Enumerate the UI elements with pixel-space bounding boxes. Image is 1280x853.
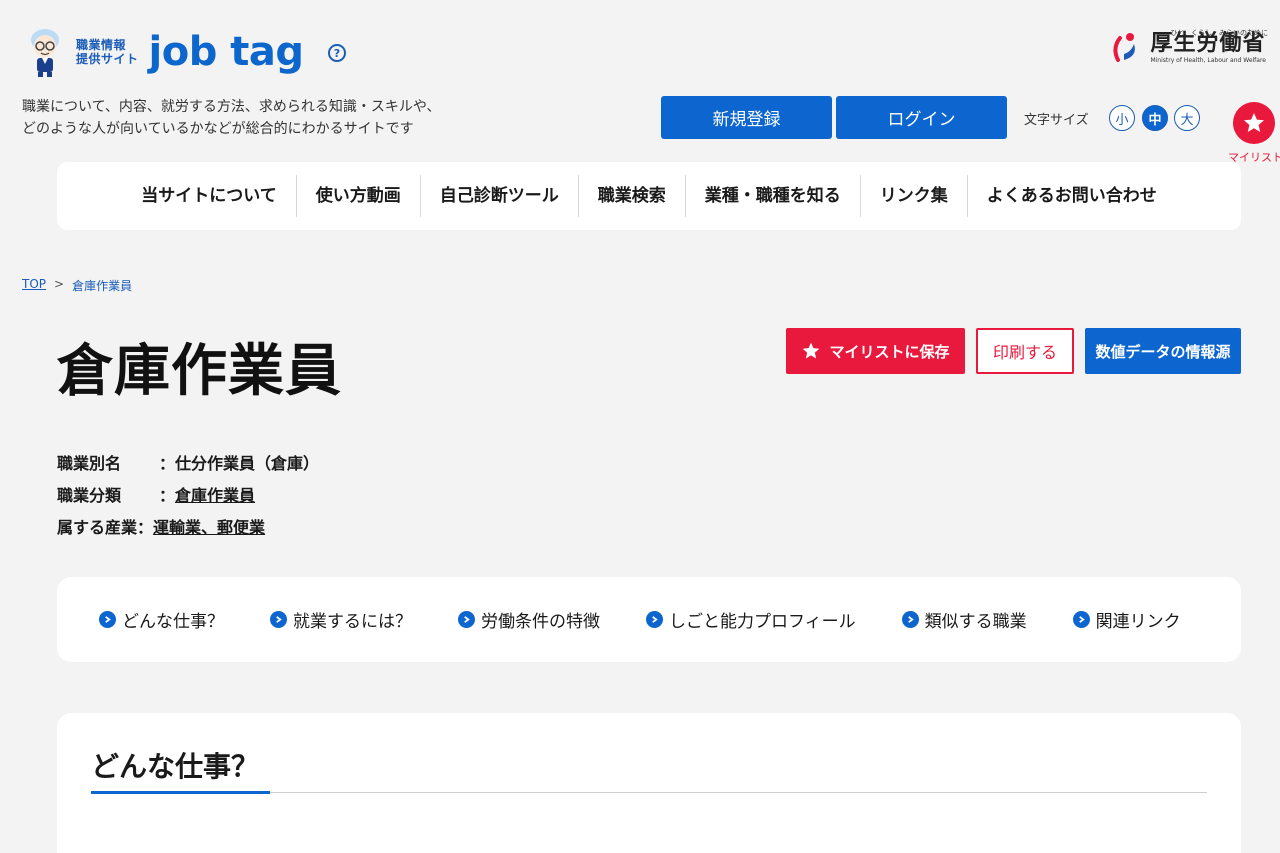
chevron-down-icon (270, 611, 287, 628)
meta-alias-value: ：仕分作業員（倉庫） (159, 454, 320, 473)
breadcrumb-top-link[interactable]: TOP (22, 277, 46, 294)
meta-row-alias: 職業別名 ：仕分作業員（倉庫） (57, 448, 319, 480)
meta-category-label: 職業分類 (57, 486, 122, 505)
help-icon[interactable]: ? (328, 44, 346, 62)
chevron-down-icon (99, 611, 116, 628)
anchor-label: 就業するには？ (293, 612, 412, 632)
font-size-medium-button[interactable]: 中 (1142, 105, 1168, 131)
chevron-down-icon (1072, 611, 1090, 628)
breadcrumb-current: 倉庫作業員 (72, 279, 133, 293)
nav-item-job-search[interactable]: 職業検索 (579, 175, 686, 217)
save-to-mylist-label: マイリストに保存 (829, 342, 950, 361)
page-title: 倉庫作業員 (57, 339, 342, 404)
chevron-down-icon (901, 611, 919, 628)
meta-category-link[interactable]: 倉庫作業員 (175, 480, 255, 512)
job-meta: 職業別名 ：仕分作業員（倉庫） 職業分類 ：倉庫作業員 属する産業：運輸業、郵便… (57, 448, 319, 544)
anchor-item-profile[interactable]: しごと能力プロフィール (646, 607, 856, 632)
nav-item-links[interactable]: リンク集 (861, 175, 968, 217)
section-what-work: どんな仕事？ (57, 713, 1241, 853)
meta-row-industry: 属する産業：運輸業、郵便業 (57, 512, 319, 544)
nav-item-about[interactable]: 当サイトについて (122, 175, 297, 217)
anchor-label: どんな仕事？ (122, 612, 224, 632)
anchor-item-links[interactable]: 関連リンク (1072, 607, 1181, 632)
breadcrumb: TOP > 倉庫作業員 (22, 277, 132, 294)
login-button[interactable]: ログイン (836, 96, 1007, 139)
font-size-label: 文字サイズ (1024, 113, 1089, 128)
nav-item-industries[interactable]: 業種・職種を知る (686, 175, 861, 217)
save-to-mylist-button[interactable]: マイリストに保存 (786, 328, 965, 374)
anchor-item-similar[interactable]: 類似する職業 (901, 607, 1027, 632)
section-title: どんな仕事？ (91, 750, 260, 783)
anchor-label: 労働条件の特徴 (481, 612, 600, 632)
meta-industry-link[interactable]: 運輸業、郵便業 (153, 512, 265, 544)
mascot-icon (24, 26, 66, 78)
print-button[interactable]: 印刷する (976, 328, 1074, 374)
nav-item-videos[interactable]: 使い方動画 (297, 175, 421, 217)
anchor-item-work[interactable]: どんな仕事？ (99, 607, 224, 632)
ministry-english: Ministry of Health, Labour and Welfare (1150, 56, 1266, 64)
section-divider-accent (91, 791, 270, 794)
star-icon (803, 342, 820, 359)
ministry-slogan: ひと、くらし、みらいのために (1170, 29, 1268, 37)
register-button[interactable]: 新規登録 (661, 96, 832, 139)
ministry-emblem-icon (1110, 30, 1144, 64)
site-tagline: 職業について、内容、就労する方法、求められる知識・スキルや、 どのような人が向い… (22, 99, 441, 137)
section-anchor-nav: どんな仕事？ 就業するには？ 労働条件の特徴 しごと能力プロフィール 類似する職… (57, 577, 1241, 662)
meta-alias-label: 職業別名 (57, 454, 122, 473)
nav-item-faq[interactable]: よくあるお問い合わせ (968, 175, 1176, 217)
data-source-button[interactable]: 数値データの情報源 (1085, 328, 1241, 374)
anchor-label: 関連リンク (1095, 612, 1181, 632)
font-size-large-button[interactable]: 大 (1174, 105, 1200, 131)
breadcrumb-separator: > (54, 277, 65, 291)
meta-row-category: 職業分類 ：倉庫作業員 (57, 480, 319, 512)
global-nav: 当サイトについて 使い方動画 自己診断ツール 職業検索 業種・職種を知る リンク… (57, 162, 1241, 230)
chevron-down-icon (458, 611, 475, 628)
anchor-item-employment[interactable]: 就業するには？ (270, 607, 412, 632)
star-icon (1244, 113, 1264, 132)
mylist-button[interactable] (1233, 102, 1275, 144)
logo-title: job tag (148, 29, 305, 75)
anchor-label: しごと能力プロフィール (669, 612, 856, 632)
anchor-label: 類似する職業 (924, 612, 1027, 632)
logo-subtitle: 職業情報 提供サイト (76, 38, 139, 66)
chevron-down-icon (646, 611, 663, 628)
font-size-small-button[interactable]: 小 (1109, 105, 1135, 131)
anchor-item-conditions[interactable]: 労働条件の特徴 (458, 607, 600, 632)
nav-item-self-diagnosis[interactable]: 自己診断ツール (421, 175, 579, 217)
site-logo[interactable]: 職業情報 提供サイト job tag (24, 26, 304, 78)
meta-industry-separator: ： (137, 518, 154, 537)
meta-industry-label: 属する産業 (57, 518, 138, 537)
meta-category-separator: ： (159, 486, 176, 505)
